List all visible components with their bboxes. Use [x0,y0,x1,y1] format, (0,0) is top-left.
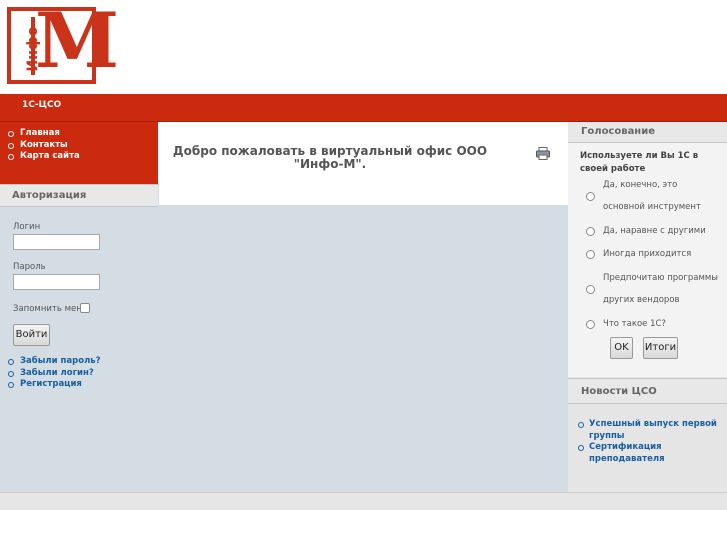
poll-option-2-radio[interactable] [586,227,595,236]
forgot-password-link[interactable]: Забыли пароль? [8,356,101,368]
register-link[interactable]: Регистрация [8,379,101,391]
login-input[interactable] [13,234,100,250]
login-label: Логин [13,222,41,232]
logo-inner: Инфо М [11,3,119,80]
site-logo[interactable]: Инфо М [7,3,119,84]
poll-results-button[interactable]: Итоги [643,337,678,359]
main-panel [0,184,568,492]
auth-title: Авторизация [12,190,87,201]
poll-option-1-label: Да, конечно, это основной инструмент [603,180,701,212]
main-menu: Главная Контакты Карта сайта [0,122,158,184]
poll-option-4-label: Предпочитаю программы других вендоров [603,273,718,305]
login-button[interactable]: Войти [13,324,50,346]
menu-item-contacts[interactable]: Контакты [8,140,158,152]
news-item[interactable]: Сертификация преподавателя [578,442,719,465]
forgot-login-link[interactable]: Забыли логин? [8,368,101,380]
poll-question: Используете ли Вы 1С в своей работе [580,151,699,174]
poll-ok-button[interactable]: OK [610,337,633,359]
poll-option-5-label: Что такое 1С? [603,319,666,329]
poll-option-4-radio[interactable] [586,285,595,294]
news-header: Новости ЦСО [568,378,727,404]
poll-header: Голосование [568,122,727,143]
poll-option-5-radio[interactable] [586,320,595,329]
poll-option-3-radio[interactable] [586,250,595,259]
news-list: Успешный выпуск первой группы Сертификац… [578,419,719,465]
password-label: Пароль [13,262,46,272]
logo-letter: М [35,0,120,85]
poll-option-2-label: Да, наравне с другими [603,226,706,236]
print-icon[interactable] [536,147,550,160]
auth-header: Авторизация [0,184,158,207]
site-header: Инфо М [0,0,727,94]
password-input[interactable] [13,274,100,290]
menu-item-home[interactable]: Главная [8,128,158,140]
auth-links: Забыли пароль? Забыли логин? Регистрация [8,356,101,391]
poll-option-3-label: Иногда приходится [603,249,692,259]
menu-item-sitemap[interactable]: Карта сайта [8,151,158,163]
news-title: Новости ЦСО [581,386,657,397]
remember-checkbox[interactable] [80,303,90,313]
poll-title: Голосование [581,126,656,137]
top-nav-tab[interactable]: 1С-ЦСО [22,100,61,110]
news-item[interactable]: Успешный выпуск первой группы [578,419,719,442]
remember-label: Запомнить меня [13,304,87,314]
welcome-heading: Добро пожаловать в виртуальный офис ООО … [172,144,488,171]
poll-option-1-radio[interactable] [586,192,595,201]
top-nav-bar: 1С-ЦСО [0,94,727,122]
page-footer [0,492,727,510]
